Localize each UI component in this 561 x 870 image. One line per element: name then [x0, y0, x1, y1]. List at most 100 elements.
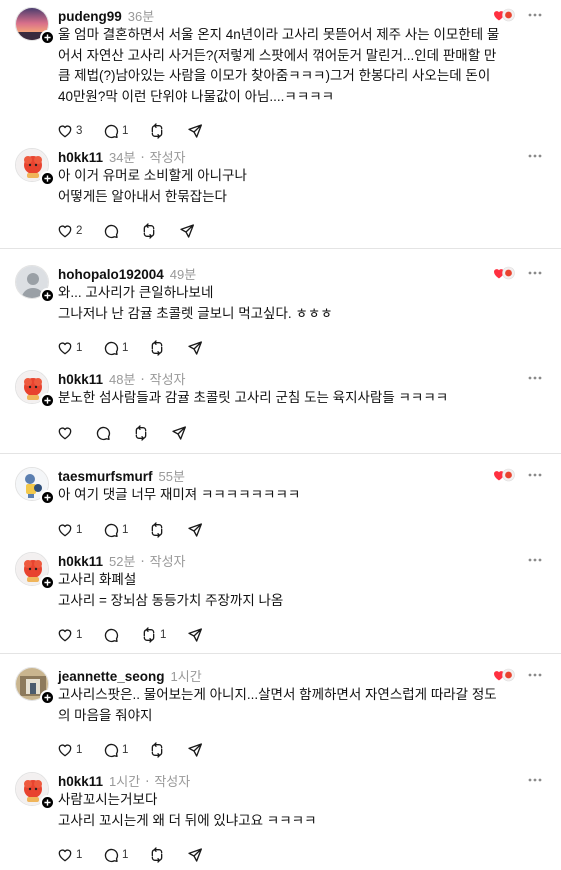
- username[interactable]: taesmurfsmurf: [58, 469, 153, 484]
- reply-button[interactable]: 1: [103, 521, 149, 539]
- avatar[interactable]: [15, 552, 55, 590]
- post-header: h0kk11 52분 · 작성자: [58, 551, 186, 570]
- like-button[interactable]: 1: [57, 741, 103, 759]
- follow-plus-icon[interactable]: [40, 690, 55, 705]
- post-text-line: 아 이거 유머로 소비할게 아니구나: [58, 168, 247, 183]
- like-button[interactable]: 1: [57, 626, 103, 644]
- like-count: 1: [76, 629, 83, 641]
- post-actions: [57, 424, 209, 442]
- repost-icon: [149, 123, 165, 139]
- avatar[interactable]: [15, 265, 55, 303]
- username[interactable]: h0kk11: [58, 774, 103, 789]
- timestamp: 1시간: [170, 669, 202, 684]
- username[interactable]: h0kk11: [58, 372, 103, 387]
- post-text-line: 사람꼬시는거보다: [58, 792, 158, 807]
- reply-button[interactable]: [103, 626, 141, 644]
- more-dots-icon[interactable]: [527, 148, 543, 164]
- post-actions: 11: [57, 521, 225, 539]
- post-actions: 11: [57, 846, 225, 864]
- more-dots-icon[interactable]: [527, 370, 543, 386]
- reply-button[interactable]: [103, 222, 141, 240]
- more-dots-icon[interactable]: [527, 552, 543, 568]
- timestamp: 34분: [109, 150, 136, 165]
- share-button[interactable]: [187, 521, 225, 539]
- more-dots-icon[interactable]: [527, 265, 543, 281]
- avatar[interactable]: [15, 148, 55, 186]
- heart-icon: [57, 847, 73, 863]
- follow-plus-icon[interactable]: [40, 288, 55, 303]
- share-button[interactable]: [171, 424, 209, 442]
- repost-button[interactable]: [149, 846, 187, 864]
- replie-count: 1: [122, 342, 129, 354]
- author-liked-heart-icon: [493, 667, 515, 682]
- follow-plus-icon[interactable]: [40, 30, 55, 45]
- more-dots-icon[interactable]: [527, 772, 543, 788]
- share-button[interactable]: [179, 222, 217, 240]
- separator-dot: ·: [140, 151, 145, 166]
- like-button[interactable]: 1: [57, 521, 103, 539]
- reply-button[interactable]: 1: [103, 339, 149, 357]
- share-button[interactable]: [187, 741, 225, 759]
- share-button[interactable]: [187, 626, 225, 644]
- follow-plus-icon[interactable]: [40, 575, 55, 590]
- send-icon: [187, 742, 203, 758]
- reply-button[interactable]: 1: [103, 846, 149, 864]
- separator-dot: ·: [145, 775, 150, 790]
- more-dots-icon[interactable]: [527, 7, 543, 23]
- heart-icon: [57, 522, 73, 538]
- like-count: 1: [76, 523, 83, 536]
- post-text: 아 이거 유머로 소비할게 아니구나 어떻게든 알아내서 한묶잡는다: [58, 166, 538, 207]
- repost-button[interactable]: [149, 122, 187, 140]
- like-button[interactable]: 1: [57, 339, 103, 357]
- follow-plus-icon[interactable]: [40, 393, 55, 408]
- repost-button[interactable]: [149, 741, 187, 759]
- post-header: taesmurfsmurf 55분: [58, 466, 185, 484]
- thread-divider: [0, 653, 561, 654]
- reply-button[interactable]: 1: [103, 741, 149, 759]
- avatar[interactable]: [15, 772, 55, 810]
- share-button[interactable]: [187, 339, 225, 357]
- post-actions: 2: [57, 222, 217, 240]
- avatar[interactable]: [15, 7, 55, 45]
- reply-bubble-icon: [103, 223, 119, 239]
- avatar[interactable]: [15, 370, 55, 408]
- username[interactable]: h0kk11: [58, 554, 103, 569]
- repost-button[interactable]: 1: [141, 626, 187, 644]
- follow-plus-icon[interactable]: [40, 795, 55, 810]
- timestamp: 49분: [169, 267, 197, 282]
- like-button[interactable]: 1: [57, 846, 103, 864]
- repost-button[interactable]: [141, 222, 179, 240]
- reply-button[interactable]: 1: [103, 122, 149, 140]
- username[interactable]: jeannette_seong: [58, 669, 165, 684]
- more-dots-icon[interactable]: [527, 467, 543, 483]
- author-liked-heart-icon: [493, 7, 515, 22]
- follow-plus-icon[interactable]: [40, 171, 55, 186]
- post-header: h0kk11 1시간 · 작성자: [58, 771, 190, 790]
- avatar[interactable]: [15, 667, 55, 705]
- repost-icon: [141, 627, 157, 643]
- repost-icon: [149, 340, 165, 356]
- reply-bubble-icon: [103, 847, 119, 863]
- timestamp: 48분: [109, 372, 136, 387]
- replie-count: 1: [122, 744, 129, 756]
- follow-plus-icon[interactable]: [40, 490, 55, 505]
- repost-icon: [149, 742, 165, 758]
- like-button[interactable]: 3: [57, 122, 103, 140]
- post-text-line: 큼 제법(?)남아있는 사람을 이모가 찾아줌ㅋㅋㅋ)그거 한봉다리 사오는데 …: [58, 68, 491, 83]
- repost-button[interactable]: [149, 521, 187, 539]
- share-button[interactable]: [187, 122, 225, 140]
- author-tag: 작성자: [149, 554, 186, 569]
- like-button[interactable]: [57, 424, 95, 442]
- reply-button[interactable]: [95, 424, 133, 442]
- repost-button[interactable]: [133, 424, 171, 442]
- share-button[interactable]: [187, 846, 225, 864]
- username[interactable]: h0kk11: [58, 150, 103, 165]
- repost-button[interactable]: [149, 339, 187, 357]
- username[interactable]: hohopalo192004: [58, 267, 164, 282]
- username[interactable]: pudeng99: [58, 9, 122, 24]
- more-dots-icon[interactable]: [527, 667, 543, 683]
- avatar[interactable]: [15, 467, 55, 505]
- post-text: 분노한 섬사람들과 감귤 초콜릿 고사리 군침 도는 육지사람들 ㅋㅋㅋㅋ: [58, 388, 538, 409]
- post-text-line: 40만원?막 이런 단위야 나물값이 아님....ㅋㅋㅋㅋ: [58, 88, 335, 104]
- like-button[interactable]: 2: [57, 222, 103, 240]
